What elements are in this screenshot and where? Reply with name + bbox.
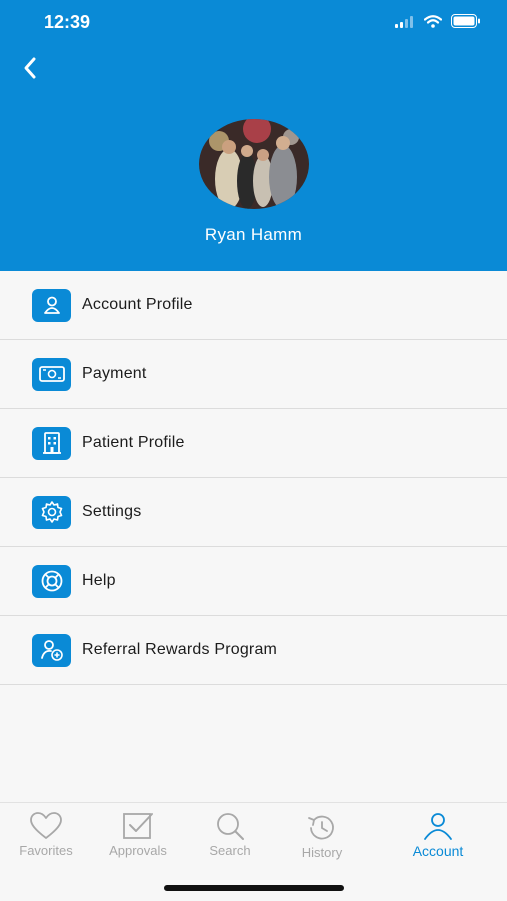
menu-item-patient-profile[interactable]: Patient Profile (0, 409, 507, 478)
menu-item-account-profile[interactable]: Account Profile (0, 271, 507, 340)
menu-item-label: Account Profile (82, 296, 193, 313)
menu-item-label: Patient Profile (82, 434, 185, 451)
tab-approvals[interactable]: Approvals (92, 811, 184, 871)
menu-item-label: Help (82, 572, 116, 589)
status-bar: 12:39 (0, 0, 507, 46)
person-icon (424, 813, 452, 840)
history-icon (308, 815, 334, 840)
menu-item-label: Payment (82, 365, 147, 382)
user-name: Ryan Hamm (204, 225, 303, 244)
menu-item-settings[interactable]: Settings (0, 478, 507, 547)
chevron-left-icon (24, 57, 36, 79)
menu-item-help[interactable]: Help (0, 547, 507, 616)
status-time: 12:39 (44, 12, 91, 32)
status-icons (395, 14, 481, 33)
tab-label: Search (209, 843, 251, 858)
tab-label: Account (412, 843, 464, 859)
person-icon (32, 288, 71, 322)
tab-label: Approvals (109, 843, 167, 858)
checkbox-icon (123, 813, 153, 839)
cash-icon (32, 357, 71, 391)
tab-account[interactable]: Account (392, 811, 484, 871)
gear-icon (32, 495, 71, 529)
wifi-icon (423, 14, 443, 33)
tab-search[interactable]: Search (184, 811, 276, 871)
profile-photo-icon (199, 119, 309, 209)
battery-icon (451, 14, 481, 33)
tab-favorites[interactable]: Favorites (0, 811, 92, 871)
avatar[interactable] (199, 119, 309, 209)
tab-history[interactable]: History (276, 813, 368, 873)
profile-header: 12:39 Ryan Hamm (0, 0, 507, 271)
menu-item-payment[interactable]: Payment (0, 340, 507, 409)
heart-icon (30, 812, 62, 839)
menu-item-label: Settings (82, 503, 142, 520)
menu-item-label: Referral Rewards Program (82, 641, 278, 658)
menu-item-referral-rewards[interactable]: Referral Rewards Program (0, 616, 507, 685)
back-button[interactable] (16, 54, 44, 82)
building-icon (32, 426, 71, 460)
account-menu: Account Profile Payment Patient Profile (0, 271, 507, 685)
search-icon (217, 813, 244, 840)
tab-label: History (301, 845, 343, 860)
home-indicator (164, 885, 344, 891)
person-plus-icon (32, 633, 71, 667)
signal-icon (395, 15, 415, 33)
lifebuoy-icon (32, 564, 71, 598)
tab-bar: Favorites Approvals Search History Accou… (0, 802, 507, 901)
tab-label: Favorites (19, 843, 73, 858)
